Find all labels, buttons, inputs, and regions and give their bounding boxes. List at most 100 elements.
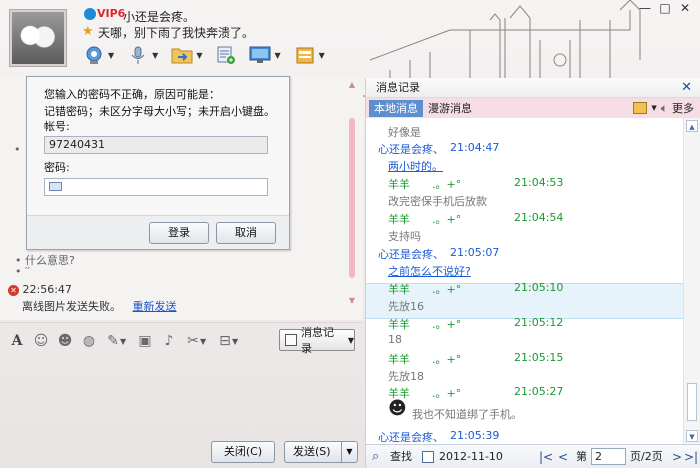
chat-scroll-thumb[interactable] xyxy=(349,118,355,278)
history-message-body: 改完密保手机后放款 xyxy=(388,195,487,208)
speaker-icon[interactable]: 🔈︎ xyxy=(661,101,668,116)
minimize-button[interactable]: — xyxy=(636,0,654,18)
chevron-down-icon[interactable]: ▼ xyxy=(152,51,158,60)
microphone-icon xyxy=(131,46,145,64)
history-scroll-thumb[interactable] xyxy=(687,383,697,421)
app-box-button[interactable] xyxy=(293,43,317,67)
star-icon[interactable]: ★ xyxy=(82,24,94,39)
close-icon[interactable]: ✕ xyxy=(681,78,692,98)
history-scrollbar[interactable]: ▲ ▼ xyxy=(683,118,700,446)
close-chat-button[interactable]: 关闭(C) xyxy=(211,441,275,463)
history-sender: 心还是会疼、 xyxy=(378,248,444,261)
message-input[interactable] xyxy=(0,356,363,434)
remote-assist-button[interactable] xyxy=(214,43,238,67)
avatar[interactable] xyxy=(9,9,67,67)
app-box-icon xyxy=(296,47,314,64)
calendar-icon[interactable] xyxy=(422,451,434,463)
owl-emoji-icon: ☻ xyxy=(388,398,407,419)
error-icon: ✕ xyxy=(8,284,19,296)
history-message-body: 先放18 xyxy=(388,370,424,383)
maximize-button[interactable]: □ xyxy=(656,0,674,18)
scroll-down-arrow-icon[interactable]: ▼ xyxy=(686,430,698,442)
cancel-button[interactable]: 取消 xyxy=(216,222,276,244)
magic-face-icon[interactable]: ☻ xyxy=(54,331,76,351)
page-number-input[interactable]: 2 xyxy=(591,448,626,465)
voice-call-button[interactable] xyxy=(126,43,150,67)
error-timestamp-row: ✕ 22:56:47 xyxy=(8,283,72,296)
font-icon[interactable]: A xyxy=(6,331,28,351)
chevron-down-icon: ▼ xyxy=(347,335,354,345)
close-window-button[interactable]: ✕ xyxy=(676,0,694,18)
chevron-down-icon[interactable]: ▼ xyxy=(200,337,208,346)
history-message-body: 两小时的。 xyxy=(388,160,443,173)
contact-signature: 天哪，别下雨了我快奔溃了。 xyxy=(98,26,255,40)
chevron-down-icon[interactable]: ▼ xyxy=(274,51,280,60)
emoji-icon[interactable]: ☺ xyxy=(30,331,52,351)
account-field[interactable]: 97240431 xyxy=(44,136,268,154)
video-camera-icon xyxy=(86,46,102,64)
last-page-icon[interactable]: >| xyxy=(684,445,698,468)
chevron-down-icon[interactable]: ▼ xyxy=(319,51,325,60)
qq-penguin-icon xyxy=(84,8,96,20)
resend-link[interactable]: 重新发送 xyxy=(133,300,177,313)
chevron-down-icon[interactable]: ▼ xyxy=(108,51,114,60)
history-timestamp: 21:05:39 xyxy=(450,429,500,442)
page-suffix: 页/2页 xyxy=(630,450,663,463)
shake-window-icon[interactable]: ◍ xyxy=(78,331,100,351)
divider xyxy=(0,322,363,323)
history-message-body: 18 xyxy=(388,333,402,346)
soft-keyboard-icon[interactable] xyxy=(49,182,62,191)
password-field[interactable] xyxy=(44,178,268,196)
history-message-list[interactable]: 好像是 心还是会疼、 21:04:47 两小时的。 羊羊 .。+° 21:04:53 改完密… xyxy=(366,118,686,444)
login-button[interactable]: 登录 xyxy=(149,222,209,244)
video-call-button[interactable] xyxy=(82,43,106,67)
contact-nickname[interactable]: 小还是会疼。 xyxy=(123,8,195,25)
popup-footer: 登录 取消 xyxy=(27,215,289,249)
send-file-button[interactable] xyxy=(170,43,194,67)
chevron-down-icon[interactable]: ▼ xyxy=(651,104,656,112)
image-icon[interactable]: ▣ xyxy=(134,331,156,351)
vip-badge[interactable]: VIP6 xyxy=(84,7,125,20)
error-text: 离线图片发送失败。 xyxy=(22,300,121,313)
history-message-body: 之前怎么不说好? xyxy=(388,265,471,278)
scroll-up-arrow-icon[interactable]: ▲ xyxy=(686,120,698,132)
avatar-image xyxy=(12,12,64,64)
history-timestamp: 21:05:15 xyxy=(514,351,564,364)
history-sender: 羊羊 .。+° xyxy=(388,213,462,226)
message-record-label: 消息记录 xyxy=(300,326,334,355)
send-options-chevron-icon[interactable]: ▼ xyxy=(341,442,357,462)
chevron-down-icon[interactable]: ▼ xyxy=(120,337,128,346)
scroll-up-arrow-icon[interactable]: ▲ xyxy=(347,80,357,89)
first-page-icon[interactable]: |< xyxy=(539,445,553,468)
tab-roaming-messages[interactable]: 漫游消息 xyxy=(423,100,477,117)
chevron-down-icon[interactable]: ▼ xyxy=(196,51,202,60)
message-record-button[interactable]: 消息记录 ▼ xyxy=(279,326,355,355)
search-icon[interactable]: ⌕ xyxy=(372,445,379,468)
history-timestamp: 21:04:47 xyxy=(450,141,500,154)
scroll-down-arrow-icon[interactable]: ▼ xyxy=(347,296,357,305)
export-icon[interactable] xyxy=(633,102,648,114)
error-message-line2: 记错密码；未区分字母大小写；未开启小键盘。 xyxy=(44,105,275,118)
error-message-line1: 您输入的密码不正确，原因可能是： xyxy=(44,88,220,101)
password-label: 密码: xyxy=(44,161,70,174)
history-message-body: 先放16 xyxy=(388,300,424,313)
clock-icon xyxy=(285,334,297,346)
history-message-body: 好像是 xyxy=(388,126,421,139)
send-label: 发送(S) xyxy=(293,445,331,458)
top-toolbar: ▼ ▼ ▼ ▼ ▼ xyxy=(82,42,333,68)
history-sender: 心还是会疼、 xyxy=(378,431,444,444)
next-page-icon[interactable]: > xyxy=(672,445,682,468)
more-link[interactable]: 更多 xyxy=(672,100,694,116)
screen-share-button[interactable] xyxy=(248,43,272,67)
previous-page-icon[interactable]: < xyxy=(558,445,568,468)
send-button[interactable]: 发送(S) ▼ xyxy=(284,441,358,463)
message-history-panel: 消息记录 ✕ 本地消息 漫游消息 ▼ 🔈︎ 更多 好像是 心还是会疼、 21:04:… xyxy=(365,78,700,468)
tab-local-messages[interactable]: 本地消息 xyxy=(369,100,423,117)
history-timestamp: 21:04:54 xyxy=(514,211,564,224)
history-timestamp: 21:05:07 xyxy=(450,246,500,259)
music-icon[interactable]: ♪ xyxy=(158,331,180,351)
chevron-down-icon[interactable]: ▼ xyxy=(232,337,240,346)
date-picker[interactable]: 2012-11-10 xyxy=(439,445,503,468)
chat-dot-bullet: • xyxy=(14,143,21,156)
search-label[interactable]: 查找 xyxy=(390,445,412,468)
